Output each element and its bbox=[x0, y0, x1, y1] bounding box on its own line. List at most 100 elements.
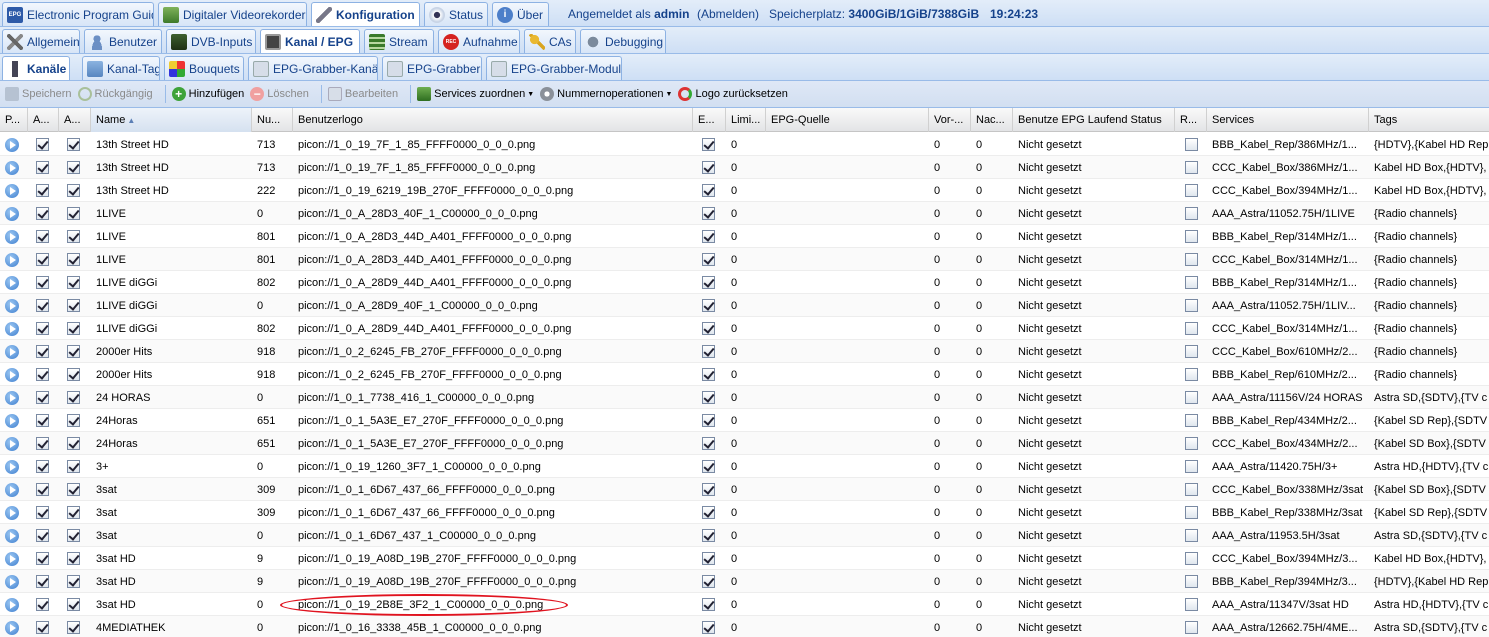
cell-remote[interactable] bbox=[1175, 202, 1207, 225]
cell-number[interactable]: 713 bbox=[252, 156, 293, 179]
cell-userlogo[interactable]: picon://1_0_19_A08D_19B_270F_FFFF0000_0_… bbox=[293, 547, 693, 570]
cell-userlogo[interactable]: picon://1_0_A_28D3_40F_1_C00000_0_0_0.pn… bbox=[293, 202, 693, 225]
cell-play[interactable] bbox=[0, 501, 28, 524]
cell-epg-enabled[interactable] bbox=[693, 248, 726, 271]
cell-epg-source[interactable] bbox=[766, 409, 929, 432]
remote-checkbox[interactable] bbox=[1185, 253, 1198, 266]
cell-enabled[interactable] bbox=[28, 570, 59, 593]
reset-logo-button[interactable]: Logo zurücksetzen bbox=[678, 87, 788, 101]
cell-tags[interactable]: Astra HD,{HDTV},{TV c bbox=[1369, 455, 1489, 478]
cell-autoname[interactable] bbox=[59, 409, 91, 432]
cell-userlogo[interactable]: picon://1_0_A_28D9_44D_A401_FFFF0000_0_0… bbox=[293, 271, 693, 294]
cell-autoname[interactable] bbox=[59, 294, 91, 317]
cell-epg-running[interactable]: Nicht gesetzt bbox=[1013, 363, 1175, 386]
cell-enabled[interactable] bbox=[28, 501, 59, 524]
cell-services[interactable]: AAA_Astra/11052.75H/1LIVE bbox=[1207, 202, 1369, 225]
cell-post[interactable]: 0 bbox=[971, 409, 1013, 432]
enabled-checkbox[interactable] bbox=[36, 414, 49, 427]
cell-post[interactable]: 0 bbox=[971, 156, 1013, 179]
tab-kanaele[interactable]: Kanäle bbox=[2, 56, 70, 80]
remote-checkbox[interactable] bbox=[1185, 161, 1198, 174]
cell-pre[interactable]: 0 bbox=[929, 455, 971, 478]
cell-epg-enabled[interactable] bbox=[693, 202, 726, 225]
cell-pre[interactable]: 0 bbox=[929, 179, 971, 202]
play-icon[interactable] bbox=[5, 252, 19, 267]
cell-remote[interactable] bbox=[1175, 294, 1207, 317]
cell-name[interactable]: 24 HORAS bbox=[91, 386, 252, 409]
autoname-checkbox[interactable] bbox=[67, 299, 80, 312]
tab-status[interactable]: Status bbox=[424, 2, 488, 26]
cell-epg-running[interactable]: Nicht gesetzt bbox=[1013, 570, 1175, 593]
col-header-play[interactable]: P... bbox=[0, 108, 28, 132]
cell-play[interactable] bbox=[0, 616, 28, 637]
play-icon[interactable] bbox=[5, 298, 19, 313]
cell-services[interactable]: CCC_Kabel_Box/314MHz/1... bbox=[1207, 317, 1369, 340]
cell-play[interactable] bbox=[0, 294, 28, 317]
autoname-checkbox[interactable] bbox=[67, 161, 80, 174]
cell-remote[interactable] bbox=[1175, 225, 1207, 248]
play-icon[interactable] bbox=[5, 321, 19, 336]
enabled-checkbox[interactable] bbox=[36, 230, 49, 243]
enabled-checkbox[interactable] bbox=[36, 276, 49, 289]
remote-checkbox[interactable] bbox=[1185, 230, 1198, 243]
epg-checkbox[interactable] bbox=[702, 391, 715, 404]
col-header-enabled[interactable]: A... bbox=[28, 108, 59, 132]
table-row[interactable]: 1LIVE 801 picon://1_0_A_28D3_44D_A401_FFFF… bbox=[0, 225, 1489, 248]
cell-post[interactable]: 0 bbox=[971, 363, 1013, 386]
tab-dvb-inputs[interactable]: DVB-Inputs bbox=[166, 29, 256, 53]
cell-services[interactable]: BBB_Kabel_Rep/338MHz/3sat bbox=[1207, 501, 1369, 524]
cell-tags[interactable]: Kabel HD Box,{HDTV}, bbox=[1369, 179, 1489, 202]
cell-number[interactable]: 0 bbox=[252, 616, 293, 637]
cell-name[interactable]: 3sat HD bbox=[91, 570, 252, 593]
cell-play[interactable] bbox=[0, 363, 28, 386]
cell-number[interactable]: 222 bbox=[252, 179, 293, 202]
play-icon[interactable] bbox=[5, 229, 19, 244]
cell-remote[interactable] bbox=[1175, 156, 1207, 179]
cell-post[interactable]: 0 bbox=[971, 340, 1013, 363]
epg-checkbox[interactable] bbox=[702, 299, 715, 312]
cell-number[interactable]: 309 bbox=[252, 478, 293, 501]
cell-epg-enabled[interactable] bbox=[693, 363, 726, 386]
enabled-checkbox[interactable] bbox=[36, 322, 49, 335]
play-icon[interactable] bbox=[5, 528, 19, 543]
remote-checkbox[interactable] bbox=[1185, 184, 1198, 197]
cell-remote[interactable] bbox=[1175, 386, 1207, 409]
cell-epg-source[interactable] bbox=[766, 524, 929, 547]
cell-remote[interactable] bbox=[1175, 547, 1207, 570]
cell-epg-enabled[interactable] bbox=[693, 271, 726, 294]
cell-name[interactable]: 13th Street HD bbox=[91, 156, 252, 179]
cell-remote[interactable] bbox=[1175, 432, 1207, 455]
cell-services[interactable]: CCC_Kabel_Box/338MHz/3sat bbox=[1207, 478, 1369, 501]
cell-pre[interactable]: 0 bbox=[929, 432, 971, 455]
remote-checkbox[interactable] bbox=[1185, 138, 1198, 151]
cell-pre[interactable]: 0 bbox=[929, 156, 971, 179]
cell-enabled[interactable] bbox=[28, 202, 59, 225]
cell-userlogo[interactable]: picon://1_0_1_5A3E_E7_270F_FFFF0000_0_0_… bbox=[293, 409, 693, 432]
col-header-remote[interactable]: R... bbox=[1175, 108, 1207, 132]
cell-services[interactable]: BBB_Kabel_Rep/434MHz/2... bbox=[1207, 409, 1369, 432]
cell-number[interactable]: 651 bbox=[252, 409, 293, 432]
cell-enabled[interactable] bbox=[28, 248, 59, 271]
cell-limit[interactable]: 0 bbox=[726, 455, 766, 478]
table-row[interactable]: 4MEDIATHEK 0 picon://1_0_16_3338_45B_1_C00… bbox=[0, 616, 1489, 637]
cell-epg-running[interactable]: Nicht gesetzt bbox=[1013, 225, 1175, 248]
tab-bouquets[interactable]: Bouquets bbox=[164, 56, 244, 80]
cell-epg-running[interactable]: Nicht gesetzt bbox=[1013, 593, 1175, 616]
enabled-checkbox[interactable] bbox=[36, 207, 49, 220]
play-icon[interactable] bbox=[5, 137, 19, 152]
epg-checkbox[interactable] bbox=[702, 437, 715, 450]
cell-epg-running[interactable]: Nicht gesetzt bbox=[1013, 501, 1175, 524]
table-row[interactable]: 3sat 309 picon://1_0_1_6D67_437_66_FFFF000… bbox=[0, 478, 1489, 501]
remote-checkbox[interactable] bbox=[1185, 414, 1198, 427]
cell-post[interactable]: 0 bbox=[971, 501, 1013, 524]
col-header-post[interactable]: Nac... bbox=[971, 108, 1013, 132]
cell-autoname[interactable] bbox=[59, 547, 91, 570]
epg-checkbox[interactable] bbox=[702, 575, 715, 588]
autoname-checkbox[interactable] bbox=[67, 253, 80, 266]
cell-enabled[interactable] bbox=[28, 133, 59, 156]
play-icon[interactable] bbox=[5, 574, 19, 589]
cell-pre[interactable]: 0 bbox=[929, 409, 971, 432]
epg-checkbox[interactable] bbox=[702, 138, 715, 151]
cell-tags[interactable]: Kabel HD Box,{HDTV}, bbox=[1369, 156, 1489, 179]
cell-enabled[interactable] bbox=[28, 294, 59, 317]
